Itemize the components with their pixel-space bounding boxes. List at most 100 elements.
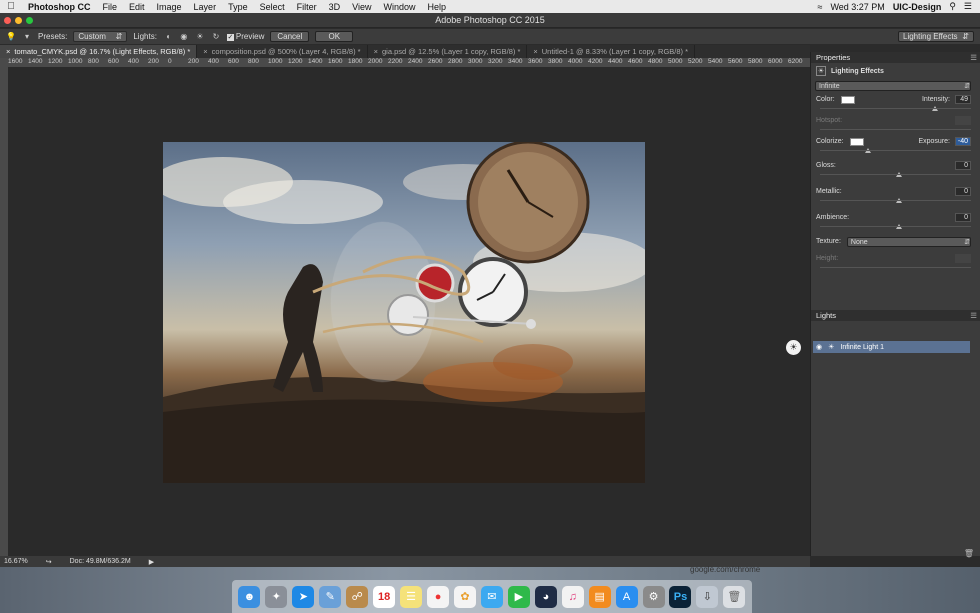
presets-select[interactable]: Custom ⇵ (73, 31, 128, 42)
panel-menu-icon[interactable]: ☰ (970, 52, 977, 63)
eye-icon[interactable]: ◉ (816, 343, 822, 351)
gloss-field[interactable]: 0 (955, 161, 971, 170)
status-menu-arrow-icon[interactable]: ▶ (149, 558, 154, 566)
calendar-icon[interactable]: 18 (373, 585, 396, 608)
cancel-button[interactable]: Cancel (270, 31, 310, 42)
app-store-icon[interactable]: A (615, 585, 638, 608)
document-image[interactable] (163, 142, 645, 483)
close-tab-icon[interactable]: × (6, 47, 10, 56)
tool-preset-chevron-icon[interactable]: ▾ (22, 32, 32, 42)
menu-file[interactable]: File (97, 2, 124, 12)
reset-light-icon[interactable]: ↻ (211, 32, 221, 42)
clock[interactable]: Wed 3:27 PM (830, 2, 884, 12)
horizontal-ruler[interactable]: 1600 1400 1200 1000 800 600 400 200 0 200 400 600 80… (8, 58, 810, 67)
preview-checkbox[interactable]: ✓ Preview (226, 32, 264, 41)
search-icon[interactable]: ⚲ (949, 1, 956, 12)
finder-icon[interactable]: ☻ (238, 585, 261, 608)
ambience-slider[interactable] (820, 223, 971, 230)
cinema4d-icon[interactable]: ◕ (534, 585, 557, 608)
texture-label: Texture: (816, 238, 841, 245)
wifi-icon[interactable]: ≈ (817, 2, 822, 12)
trash-icon[interactable]: 🗑 (964, 549, 974, 558)
menu-edit[interactable]: Edit (123, 2, 151, 12)
ruler-tick-label: 3400 (508, 58, 523, 65)
exposure-slider-thumb[interactable] (865, 148, 872, 153)
minimize-window-button[interactable] (15, 17, 22, 24)
export-icon[interactable]: ↪ (46, 558, 52, 566)
photoshop-icon[interactable]: Ps (669, 585, 692, 608)
safari-icon[interactable]: ➤ (292, 585, 315, 608)
menu-filter[interactable]: Filter (291, 2, 323, 12)
notes-icon[interactable]: ☰ (400, 585, 423, 608)
menu-help[interactable]: Help (421, 2, 452, 12)
tab-gia[interactable]: × gia.psd @ 12.5% (Layer 1 copy, RGB/8) * (368, 45, 528, 58)
close-tab-icon[interactable]: × (203, 47, 207, 56)
preview-icon[interactable]: ✎ (319, 585, 342, 608)
ruler-tick-label: 2400 (408, 58, 423, 65)
spot-light-icon[interactable]: ◖ (163, 32, 173, 42)
itunes-icon[interactable]: ♫ (561, 585, 584, 608)
metallic-slider-thumb[interactable] (895, 198, 902, 203)
apple-icon[interactable]:  (0, 1, 22, 12)
downloads-stack-icon[interactable]: ⇩ (696, 585, 719, 608)
exposure-field[interactable]: -40 (955, 137, 971, 146)
menu-image[interactable]: Image (151, 2, 188, 12)
workspace-select[interactable]: Lighting Effects ⇵ (898, 31, 974, 42)
light-color-swatch[interactable] (840, 95, 855, 104)
tab-composition[interactable]: × composition.psd @ 500% (Layer 4, RGB/8)… (197, 45, 368, 58)
reminders-icon[interactable]: ● (427, 585, 450, 608)
menu-3d[interactable]: 3D (323, 2, 347, 12)
notification-list-icon[interactable]: ☰ (964, 1, 972, 12)
gloss-slider[interactable] (820, 171, 971, 178)
menu-type[interactable]: Type (222, 2, 254, 12)
lights-tab[interactable]: Lights ☰ (811, 310, 980, 321)
window-title: Adobe Photoshop CC 2015 (435, 15, 545, 25)
user-name[interactable]: UIC-Design (893, 2, 942, 12)
light-list-item[interactable]: ◉ ☀ Infinite Light 1 (813, 341, 970, 353)
ok-button[interactable]: OK (315, 31, 354, 42)
ruler-tick-label: 3000 (468, 58, 483, 65)
ruler-tick-label: 0 (168, 58, 172, 65)
ibooks-icon[interactable]: ▤ (588, 585, 611, 608)
light-type-select[interactable]: Infinite ⇵ (815, 81, 971, 91)
vertical-ruler[interactable] (0, 58, 8, 556)
properties-tab[interactable]: Properties ☰ (811, 52, 980, 63)
menu-layer[interactable]: Layer (188, 2, 223, 12)
metallic-slider[interactable] (820, 197, 971, 204)
close-tab-icon[interactable]: × (533, 47, 537, 56)
messages-icon[interactable]: ✉ (480, 585, 503, 608)
lighting-tool-icon[interactable]: 💡 (6, 32, 16, 42)
doc-size[interactable]: Doc: 49.8M/636.2M (70, 558, 131, 565)
exposure-slider[interactable] (820, 147, 971, 154)
system-preferences-icon[interactable]: ⚙ (642, 585, 665, 608)
texture-select[interactable]: None ⇵ (846, 236, 971, 247)
tab-tomato[interactable]: × tomato_CMYK.psd @ 16.7% (Light Effects,… (0, 45, 198, 58)
intensity-field[interactable]: 49 (955, 95, 971, 104)
facetime-icon[interactable]: ▶ (507, 585, 530, 608)
point-light-icon[interactable]: ◉ (179, 32, 189, 42)
intensity-slider[interactable] (820, 105, 971, 112)
menu-window[interactable]: Window (377, 2, 421, 12)
contacts-icon[interactable]: ☍ (346, 585, 369, 608)
launchpad-icon[interactable]: ✦ (265, 585, 288, 608)
ruler-tick-label: 5800 (748, 58, 763, 65)
trash-icon[interactable]: 🗑 (723, 585, 746, 608)
menu-app-name[interactable]: Photoshop CC (22, 2, 97, 12)
close-window-button[interactable] (4, 17, 11, 24)
menu-view[interactable]: View (346, 2, 377, 12)
intensity-slider-thumb[interactable] (931, 106, 938, 111)
metallic-field[interactable]: 0 (955, 187, 971, 196)
colorize-swatch[interactable] (849, 137, 864, 146)
panel-menu-icon[interactable]: ☰ (970, 310, 977, 321)
light-toggle-icon[interactable]: ☀ (786, 340, 801, 355)
photos-icon[interactable]: ✿ (453, 585, 476, 608)
menu-select[interactable]: Select (254, 2, 291, 12)
ambience-field[interactable]: 0 (955, 213, 971, 222)
close-tab-icon[interactable]: × (374, 47, 378, 56)
infinite-light-icon[interactable]: ☀ (195, 32, 205, 42)
tab-untitled[interactable]: × Untitled-1 @ 8.33% (Layer 1 copy, RGB/8… (527, 45, 696, 58)
gloss-slider-thumb[interactable] (895, 172, 902, 177)
ambience-slider-thumb[interactable] (895, 224, 902, 229)
zoom-window-button[interactable] (26, 17, 33, 24)
zoom-level[interactable]: 16.67% (4, 558, 28, 565)
